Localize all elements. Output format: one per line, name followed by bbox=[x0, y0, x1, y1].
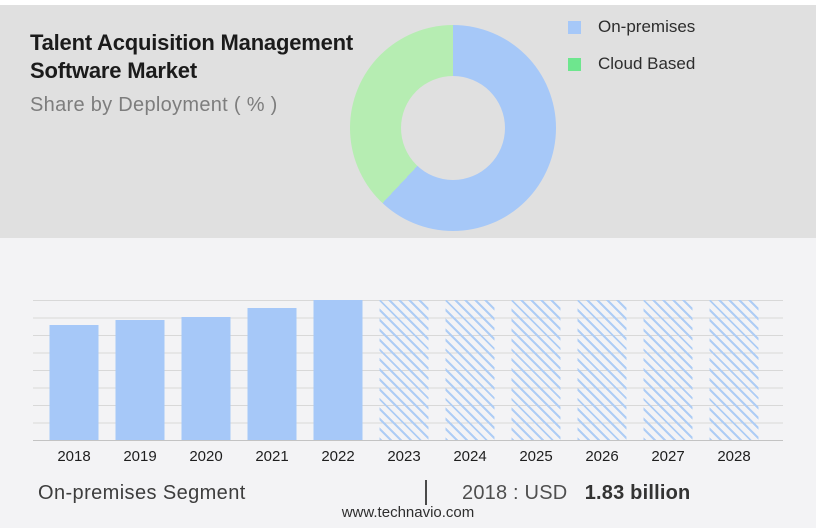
page-subtitle: Share by Deployment ( % ) bbox=[30, 94, 353, 117]
bar-column-2018: 2018 bbox=[41, 300, 107, 440]
stat-prefix: 2018 : USD bbox=[462, 482, 567, 504]
on-premises-swatch-icon bbox=[568, 21, 581, 34]
x-axis-label-2024: 2024 bbox=[437, 448, 503, 465]
bar-forecast-hatched-2023 bbox=[380, 300, 429, 440]
bar-column-2022: 2022 bbox=[305, 300, 371, 440]
bar-solid-2018 bbox=[50, 325, 99, 440]
divider-bar bbox=[425, 480, 427, 505]
segment-caption: On-premises Segment bbox=[38, 482, 246, 505]
bar-solid-2020 bbox=[182, 317, 231, 440]
x-axis-label-2026: 2026 bbox=[569, 448, 635, 465]
bar-column-2025: 2025 bbox=[503, 300, 569, 440]
bar-solid-2019 bbox=[116, 320, 165, 440]
bar-column-2021: 2021 bbox=[239, 300, 305, 440]
page-title: Talent Acquisition Management Software M… bbox=[30, 29, 353, 85]
x-axis-label-2022: 2022 bbox=[305, 448, 371, 465]
bar-forecast-hatched-2028 bbox=[710, 300, 759, 440]
page-title-line2: Software Market bbox=[30, 57, 353, 85]
stat-line: 2018 : USD 1.83 billion bbox=[462, 482, 690, 505]
title-block: Talent Acquisition Management Software M… bbox=[30, 29, 353, 117]
bar-solid-2022 bbox=[314, 300, 363, 440]
bar-column-2024: 2024 bbox=[437, 300, 503, 440]
legend-item-cloud-based: Cloud Based bbox=[568, 52, 695, 76]
page-title-line1: Talent Acquisition Management bbox=[30, 29, 353, 57]
header-panel: Talent Acquisition Management Software M… bbox=[0, 5, 816, 238]
legend-item-on-premises: On-premises bbox=[568, 15, 695, 39]
stat-value: 1.83 billion bbox=[585, 482, 691, 504]
x-axis-label-2018: 2018 bbox=[41, 448, 107, 465]
x-axis-label-2021: 2021 bbox=[239, 448, 305, 465]
bar-forecast-hatched-2024 bbox=[446, 300, 495, 440]
bar-forecast-hatched-2026 bbox=[578, 300, 627, 440]
chart-legend: On-premises Cloud Based bbox=[568, 15, 695, 89]
x-axis-label-2020: 2020 bbox=[173, 448, 239, 465]
x-axis-label-2027: 2027 bbox=[635, 448, 701, 465]
bar-column-2023: 2023 bbox=[371, 300, 437, 440]
trend-chart-panel: 2018201920202021202220232024202520262027… bbox=[0, 238, 816, 528]
cloud-based-swatch-icon bbox=[568, 58, 581, 71]
spacer bbox=[573, 482, 579, 504]
donut-hole bbox=[401, 76, 505, 180]
bar-columns: 2018201920202021202220232024202520262027… bbox=[41, 300, 767, 440]
donut-chart bbox=[350, 25, 556, 231]
bar-forecast-hatched-2025 bbox=[512, 300, 561, 440]
x-axis-label-2028: 2028 bbox=[701, 448, 767, 465]
legend-label-on-premises: On-premises bbox=[598, 17, 695, 37]
x-axis-label-2019: 2019 bbox=[107, 448, 173, 465]
bar-forecast-hatched-2027 bbox=[644, 300, 693, 440]
bar-column-2026: 2026 bbox=[569, 300, 635, 440]
bar-column-2019: 2019 bbox=[107, 300, 173, 440]
bar-solid-2021 bbox=[248, 308, 297, 440]
legend-label-cloud-based: Cloud Based bbox=[598, 54, 695, 74]
bar-column-2027: 2027 bbox=[635, 300, 701, 440]
x-axis-label-2023: 2023 bbox=[371, 448, 437, 465]
bar-column-2028: 2028 bbox=[701, 300, 767, 440]
x-axis-label-2025: 2025 bbox=[503, 448, 569, 465]
website-footer: www.technavio.com bbox=[0, 504, 816, 521]
bar-column-2020: 2020 bbox=[173, 300, 239, 440]
